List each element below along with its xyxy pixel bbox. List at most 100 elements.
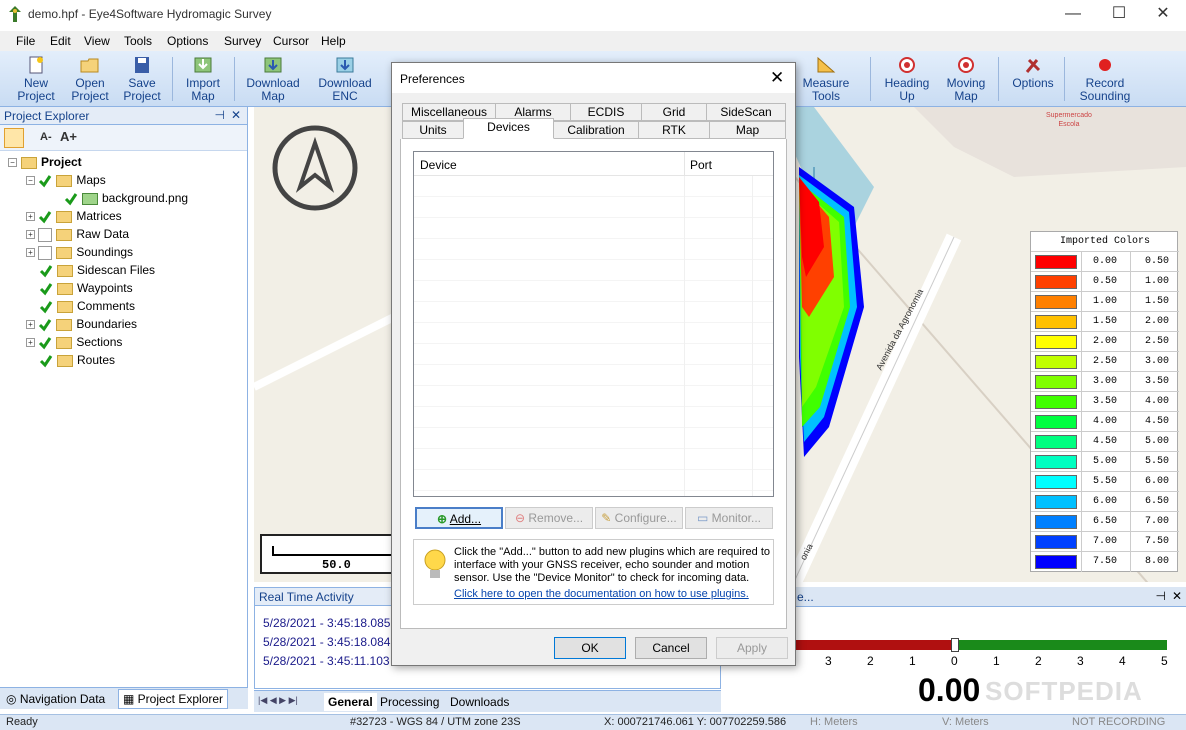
tree-item[interactable]: background.png bbox=[64, 189, 188, 207]
tab-devices[interactable]: Devices bbox=[463, 118, 554, 139]
menu-file[interactable]: File bbox=[16, 34, 35, 48]
tab-ecdis[interactable]: ECDIS bbox=[570, 103, 642, 121]
gauge-dropdown[interactable]: e... bbox=[797, 590, 814, 604]
log-line: 5/28/2021 - 3:45:18.084 P bbox=[263, 635, 402, 649]
tree-item[interactable]: + Sections bbox=[26, 333, 122, 351]
save-project-label-2: Project bbox=[123, 89, 161, 103]
apply-button[interactable]: Apply bbox=[716, 637, 788, 659]
tree-item[interactable]: Waypoints bbox=[26, 279, 133, 297]
legend-row: 4.50 5.00 bbox=[1031, 431, 1179, 452]
legend-row: 3.50 4.00 bbox=[1031, 391, 1179, 412]
expand-icon[interactable]: + bbox=[26, 230, 35, 240]
close-panel-icon[interactable]: ✕ bbox=[231, 108, 241, 122]
menu-edit[interactable]: Edit bbox=[50, 34, 71, 48]
new-project-button[interactable]: New Project bbox=[10, 53, 62, 105]
checkmark-icon[interactable] bbox=[39, 300, 53, 314]
checkmark-icon[interactable] bbox=[38, 318, 52, 332]
save-project-button[interactable]: Save Project bbox=[118, 53, 166, 105]
tree-item[interactable]: Comments bbox=[26, 297, 135, 315]
expand-icon[interactable]: + bbox=[26, 212, 35, 222]
close-panel-icon[interactable]: ✕ bbox=[1172, 589, 1182, 603]
legend-row: 0.50 1.00 bbox=[1031, 271, 1179, 292]
legend-row: 5.50 6.00 bbox=[1031, 471, 1179, 492]
tab-navigation-data[interactable]: ◎ Navigation Data bbox=[6, 692, 105, 706]
tab-downloads[interactable]: Downloads bbox=[450, 695, 509, 709]
menu-options[interactable]: Options bbox=[167, 34, 208, 48]
font-larger-button[interactable]: A+ bbox=[60, 129, 77, 144]
menu-cursor[interactable]: Cursor bbox=[273, 34, 309, 48]
checkmark-icon[interactable] bbox=[39, 264, 53, 278]
monitor-button[interactable]: ▭ Monitor... bbox=[685, 507, 773, 529]
options-button[interactable]: Options bbox=[1008, 53, 1058, 105]
tree-item[interactable]: + Soundings bbox=[26, 243, 133, 261]
menu-survey[interactable]: Survey bbox=[224, 34, 261, 48]
tab-units[interactable]: Units bbox=[402, 121, 464, 139]
expand-icon[interactable]: + bbox=[26, 248, 35, 258]
menu-view[interactable]: View bbox=[84, 34, 110, 48]
checkmark-icon[interactable] bbox=[39, 282, 53, 296]
ok-button[interactable]: OK bbox=[554, 637, 626, 659]
close-icon[interactable]: ✕ bbox=[1140, 0, 1186, 30]
column-device[interactable]: Device bbox=[420, 158, 457, 172]
maximize-icon[interactable]: ☐ bbox=[1096, 0, 1142, 30]
checkbox-icon[interactable] bbox=[38, 227, 53, 242]
checkmark-icon[interactable] bbox=[39, 354, 53, 368]
download-map-button[interactable]: Download Map bbox=[242, 53, 304, 105]
download-enc-icon bbox=[336, 57, 354, 73]
tab-processing[interactable]: Processing bbox=[380, 695, 439, 709]
pin-icon[interactable]: ⊣ bbox=[215, 108, 225, 122]
color-legend: Imported Colors 0.00 0.50 0.50 1.00 1.00 1.50… bbox=[1030, 231, 1179, 572]
legend-from: 6.50 bbox=[1092, 516, 1117, 527]
moving-map-button[interactable]: Moving Map bbox=[940, 53, 992, 105]
legend-from: 3.50 bbox=[1092, 396, 1117, 407]
record-sounding-button[interactable]: Record Sounding bbox=[1074, 53, 1136, 105]
checkmark-icon[interactable] bbox=[38, 174, 52, 188]
remove-button[interactable]: ⊖ Remove... bbox=[505, 507, 593, 529]
menu-tools[interactable]: Tools bbox=[124, 34, 152, 48]
checkmark-icon[interactable] bbox=[64, 192, 78, 206]
tab-project-explorer[interactable]: ▦ Project Explorer bbox=[118, 689, 229, 709]
first-page-icon[interactable]: |◀ ◀ ▶ ▶| bbox=[258, 695, 298, 706]
expand-icon[interactable]: + bbox=[26, 338, 35, 348]
tab-general[interactable]: General bbox=[324, 693, 377, 711]
documentation-link[interactable]: Click here to open the documentation on … bbox=[454, 588, 749, 600]
tree-item[interactable]: Sidescan Files bbox=[26, 261, 155, 279]
measure-tools-button[interactable]: Measure Tools bbox=[800, 53, 852, 105]
menu-help[interactable]: Help bbox=[321, 34, 346, 48]
font-smaller-button[interactable]: A- bbox=[40, 131, 52, 143]
pencil-icon[interactable] bbox=[4, 128, 24, 148]
status-coords: X: 000721746.061 Y: 007702259.586 bbox=[604, 716, 787, 728]
collapse-icon[interactable]: − bbox=[26, 176, 35, 186]
checkmark-icon[interactable] bbox=[38, 210, 52, 224]
tree-root[interactable]: − Project bbox=[8, 153, 82, 171]
tree-item[interactable]: + Matrices bbox=[26, 207, 122, 225]
configure-button[interactable]: ✎ Configure... bbox=[595, 507, 683, 529]
tree-item[interactable]: Routes bbox=[26, 351, 115, 369]
legend-row: 7.00 7.50 bbox=[1031, 531, 1179, 552]
legend-row: 1.50 2.00 bbox=[1031, 311, 1179, 332]
tab-sidescan[interactable]: SideScan bbox=[706, 103, 786, 121]
dialog-close-icon[interactable]: ✕ bbox=[770, 68, 784, 88]
tab-map[interactable]: Map bbox=[709, 121, 786, 139]
import-map-button[interactable]: Import Map bbox=[178, 53, 228, 105]
tab-calibration[interactable]: Calibration bbox=[553, 121, 639, 139]
tree-item[interactable]: + Raw Data bbox=[26, 225, 129, 243]
collapse-icon[interactable]: − bbox=[8, 158, 17, 168]
open-project-button[interactable]: Open Project bbox=[64, 53, 116, 105]
expand-icon[interactable]: + bbox=[26, 320, 35, 330]
tab-rtk[interactable]: RTK bbox=[638, 121, 710, 139]
pin-icon[interactable]: ⊣ bbox=[1156, 589, 1166, 603]
tree-item[interactable]: + Boundaries bbox=[26, 315, 137, 333]
checkmark-icon[interactable] bbox=[38, 336, 52, 350]
tree-item[interactable]: − Maps bbox=[26, 171, 106, 189]
download-enc-button[interactable]: Download ENC bbox=[314, 53, 376, 105]
cancel-button[interactable]: Cancel bbox=[635, 637, 707, 659]
gauge-tick-label: 3 bbox=[1077, 654, 1084, 668]
column-port[interactable]: Port bbox=[690, 158, 712, 172]
heading-up-button[interactable]: Heading Up bbox=[880, 53, 934, 105]
device-list[interactable]: Device Port bbox=[413, 151, 774, 497]
add-button[interactable]: ⊕ Add... bbox=[415, 507, 503, 529]
minimize-icon[interactable]: — bbox=[1050, 0, 1096, 30]
checkbox-icon[interactable] bbox=[38, 245, 53, 260]
tab-grid[interactable]: Grid bbox=[641, 103, 707, 121]
